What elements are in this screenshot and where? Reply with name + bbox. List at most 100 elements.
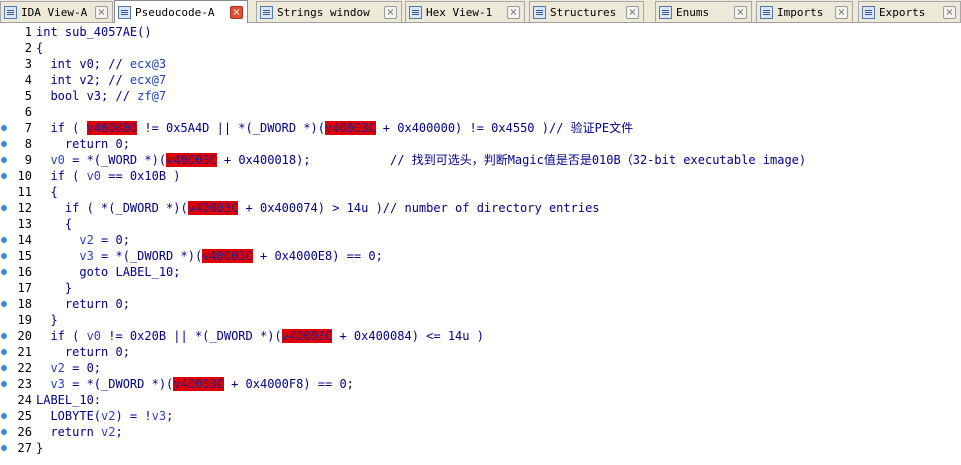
line-gutter[interactable]: 26 <box>0 424 34 440</box>
highlighted-token[interactable]: v40003C <box>202 249 253 263</box>
source-text[interactable]: { <box>36 184 57 200</box>
source-text[interactable]: if ( v0 == 0x10B ) <box>36 168 180 184</box>
source-text[interactable]: if ( v400000 != 0x5A4D || *(_DWORD *)(v4… <box>36 120 633 136</box>
code-line[interactable]: 10 if ( v0 == 0x10B ) <box>0 168 961 184</box>
code-line[interactable]: 27} <box>0 440 961 456</box>
line-gutter[interactable]: 13 <box>0 216 34 232</box>
highlighted-token[interactable]: v40003C <box>173 377 224 391</box>
source-text[interactable]: v3 = *(_DWORD *)(v40003C + 0x4000E8) == … <box>36 248 383 264</box>
line-gutter[interactable]: 27 <box>0 440 34 456</box>
breakpoint-dot-icon[interactable] <box>1 173 7 179</box>
tab-hex-view-1[interactable]: Hex View-1 × <box>405 1 525 22</box>
source-text[interactable]: { <box>36 216 72 232</box>
code-line[interactable]: 18 return 0; <box>0 296 961 312</box>
line-gutter[interactable]: 23 <box>0 376 34 392</box>
source-text[interactable]: v2 = 0; <box>36 360 101 376</box>
code-line[interactable]: 1 int sub_4057AE() <box>0 24 961 40</box>
source-text[interactable]: v3 = *(_DWORD *)(v40003C + 0x4000F8) == … <box>36 376 354 392</box>
breakpoint-dot-icon[interactable] <box>1 157 7 163</box>
highlighted-token[interactable]: v40003C <box>187 201 239 215</box>
close-tab-icon[interactable]: × <box>626 5 639 19</box>
source-text[interactable]: int v2; // ecx@7 <box>36 72 166 88</box>
code-line[interactable]: 19 } <box>0 312 961 328</box>
close-tab-icon[interactable]: × <box>95 5 108 19</box>
line-gutter[interactable]: 7 <box>0 120 34 136</box>
source-text[interactable]: v0 = *(_WORD *)(v40003C + 0x400018); // … <box>36 152 806 168</box>
tab-imports[interactable]: Imports × <box>756 1 853 22</box>
line-gutter[interactable]: 21 <box>0 344 34 360</box>
source-text[interactable]: } <box>36 440 43 456</box>
source-text[interactable]: bool v3; // zf@7 <box>36 88 166 104</box>
source-text[interactable]: if ( v0 != 0x20B || *(_DWORD *)(v40003C … <box>36 328 484 344</box>
variable-token[interactable]: v2 <box>101 409 115 423</box>
source-text[interactable]: return 0; <box>36 344 130 360</box>
highlighted-token[interactable]: v400000 <box>86 121 138 135</box>
line-gutter[interactable]: 12 <box>0 200 34 216</box>
code-line[interactable]: 21 return 0; <box>0 344 961 360</box>
source-text[interactable]: v2 = 0; <box>36 232 130 248</box>
variable-token[interactable]: v3 <box>152 409 166 423</box>
line-gutter[interactable]: 18 <box>0 296 34 312</box>
code-line[interactable]: 9 v0 = *(_WORD *)(v40003C + 0x400018); /… <box>0 152 961 168</box>
code-line[interactable]: 3 int v0; // ecx@3 <box>0 56 961 72</box>
breakpoint-dot-icon[interactable] <box>1 269 7 275</box>
close-tab-icon[interactable]: × <box>734 5 747 19</box>
variable-token[interactable]: v2 <box>50 361 64 375</box>
source-text[interactable]: LOBYTE(v2) = !v3; <box>36 408 173 424</box>
code-line[interactable]: 22 v2 = 0; <box>0 360 961 376</box>
source-text[interactable]: return v2; <box>36 424 122 440</box>
line-gutter[interactable]: 17 <box>0 280 34 296</box>
line-gutter[interactable]: 3 <box>0 56 34 72</box>
code-line[interactable]: 25 LOBYTE(v2) = !v3; <box>0 408 961 424</box>
code-line[interactable]: 23 v3 = *(_DWORD *)(v40003C + 0x4000F8) … <box>0 376 961 392</box>
code-line[interactable]: 14 v2 = 0; <box>0 232 961 248</box>
line-gutter[interactable]: 16 <box>0 264 34 280</box>
variable-token[interactable]: v3 <box>50 377 64 391</box>
variable-token[interactable]: v2 <box>101 425 115 439</box>
source-text[interactable]: } <box>36 312 57 328</box>
code-line[interactable]: 7 if ( v400000 != 0x5A4D || *(_DWORD *)(… <box>0 120 961 136</box>
line-gutter[interactable]: 4 <box>0 72 34 88</box>
breakpoint-dot-icon[interactable] <box>1 237 7 243</box>
code-line[interactable]: 17 } <box>0 280 961 296</box>
breakpoint-dot-icon[interactable] <box>1 381 7 387</box>
code-line[interactable]: 11 { <box>0 184 961 200</box>
source-text[interactable]: return 0; <box>36 136 130 152</box>
line-gutter[interactable]: 20 <box>0 328 34 344</box>
tab-exports[interactable]: Exports × <box>858 1 961 22</box>
line-gutter[interactable]: 6 <box>0 104 34 120</box>
breakpoint-dot-icon[interactable] <box>1 445 7 451</box>
source-text[interactable]: return 0; <box>36 296 130 312</box>
source-text[interactable]: } <box>36 280 72 296</box>
close-tab-icon[interactable]: × <box>943 5 956 19</box>
variable-token[interactable]: v2 <box>79 233 93 247</box>
pseudocode-view[interactable]: 1 int sub_4057AE() 2{3 int v0; // ecx@3 4 i… <box>0 24 961 465</box>
close-tab-icon[interactable]: × <box>384 5 397 19</box>
breakpoint-dot-icon[interactable] <box>1 413 7 419</box>
breakpoint-dot-icon[interactable] <box>1 333 7 339</box>
source-text[interactable]: goto LABEL_10; <box>36 264 180 280</box>
highlighted-token[interactable]: v40003C <box>281 329 333 343</box>
highlighted-token[interactable]: v40003C <box>325 121 376 135</box>
code-line[interactable]: 26 return v2; <box>0 424 961 440</box>
line-gutter[interactable]: 22 <box>0 360 34 376</box>
source-text[interactable]: if ( *(_DWORD *)(v40003C + 0x400074) > 1… <box>36 200 600 216</box>
code-line[interactable]: 16 goto LABEL_10; <box>0 264 961 280</box>
code-line[interactable]: 4 int v2; // ecx@7 <box>0 72 961 88</box>
breakpoint-dot-icon[interactable] <box>1 349 7 355</box>
variable-token[interactable]: v3 <box>79 249 93 263</box>
close-tab-icon[interactable]: × <box>835 5 848 19</box>
line-gutter[interactable]: 5 <box>0 88 34 104</box>
breakpoint-dot-icon[interactable] <box>1 125 7 131</box>
code-line[interactable]: 24 LABEL_10: <box>0 392 961 408</box>
line-gutter[interactable]: 15 <box>0 248 34 264</box>
breakpoint-dot-icon[interactable] <box>1 205 7 211</box>
breakpoint-dot-icon[interactable] <box>1 141 7 147</box>
tab-pseudocode-a[interactable]: Pseudocode-A × <box>114 0 248 23</box>
breakpoint-dot-icon[interactable] <box>1 429 7 435</box>
code-line[interactable]: 8 return 0; <box>0 136 961 152</box>
code-line[interactable]: 15 v3 = *(_DWORD *)(v40003C + 0x4000E8) … <box>0 248 961 264</box>
line-gutter[interactable]: 10 <box>0 168 34 184</box>
code-line[interactable]: 5 bool v3; // zf@7 <box>0 88 961 104</box>
code-line[interactable]: 20 if ( v0 != 0x20B || *(_DWORD *)(v4000… <box>0 328 961 344</box>
